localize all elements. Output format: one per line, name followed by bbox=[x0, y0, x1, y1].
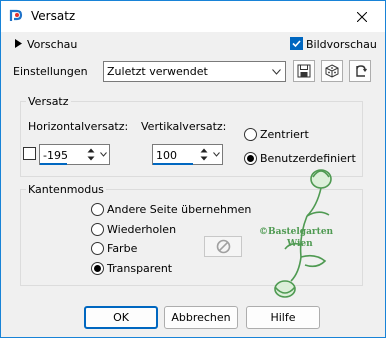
vertical-offset-spinner[interactable]: 100 bbox=[152, 144, 223, 165]
dice-icon bbox=[325, 64, 339, 78]
watermark-line2: Wien bbox=[287, 239, 313, 249]
expand-triangle-icon[interactable] bbox=[15, 39, 22, 48]
help-button[interactable]: Hilfe bbox=[246, 306, 320, 329]
vertical-offset-label: Vertikalversatz: bbox=[141, 120, 227, 133]
save-preset-button[interactable] bbox=[293, 60, 315, 82]
cancel-button[interactable]: Abbrechen bbox=[164, 306, 238, 329]
close-button[interactable] bbox=[339, 1, 385, 32]
offset-dialog: Versatz Vorschau Bildvorschau Einstellun… bbox=[0, 0, 386, 338]
focus-underline bbox=[40, 163, 67, 165]
watermark-flower: ©Bastelgarten Wien bbox=[255, 161, 341, 311]
edge-mode-group-title: Kantenmodus bbox=[26, 183, 106, 196]
paintshop-app-icon bbox=[9, 9, 23, 21]
help-button-label: Hilfe bbox=[270, 311, 296, 324]
settings-value: Zuletzt verwendet bbox=[107, 65, 208, 78]
preview-toggle-label[interactable]: Vorschau bbox=[27, 38, 77, 51]
wrap-radio[interactable] bbox=[91, 203, 104, 216]
close-icon bbox=[357, 11, 367, 22]
chevron-down-icon bbox=[99, 152, 107, 157]
undo-arrow-icon bbox=[356, 65, 367, 77]
image-preview-checkbox[interactable] bbox=[290, 37, 303, 50]
cancel-button-label: Abbrechen bbox=[171, 311, 231, 324]
horizontal-offset-label: Horizontalversatz: bbox=[28, 120, 129, 133]
chevron-down-icon bbox=[272, 68, 281, 75]
spin-arrows-icon[interactable] bbox=[198, 145, 210, 164]
dropdown-arrow[interactable] bbox=[268, 62, 285, 81]
color-radio[interactable] bbox=[91, 242, 104, 255]
randomize-button[interactable] bbox=[321, 60, 343, 82]
color-label[interactable]: Farbe bbox=[107, 242, 137, 255]
no-color-icon bbox=[216, 239, 230, 254]
offset-group-title: Versatz bbox=[26, 95, 71, 108]
spin-arrows-icon[interactable] bbox=[85, 145, 97, 164]
window-title: Versatz bbox=[31, 9, 76, 23]
transparent-label[interactable]: Transparent bbox=[107, 262, 172, 275]
settings-label: Einstellungen bbox=[13, 65, 88, 78]
transparent-radio[interactable] bbox=[91, 262, 104, 275]
ok-button[interactable]: OK bbox=[84, 306, 158, 329]
focus-underline bbox=[153, 163, 193, 165]
checkmark-icon bbox=[292, 40, 301, 48]
vertical-offset-value: 100 bbox=[156, 149, 177, 162]
slider-dropdown-button[interactable] bbox=[210, 145, 222, 164]
repeat-radio[interactable] bbox=[91, 223, 104, 236]
horizontal-offset-spinner[interactable]: -195 bbox=[39, 144, 110, 165]
horizontal-offset-value: -195 bbox=[43, 149, 68, 162]
title-bar: Versatz bbox=[1, 1, 385, 32]
watermark-line1: ©Bastelgarten bbox=[259, 227, 334, 237]
repeat-label[interactable]: Wiederholen bbox=[107, 223, 176, 236]
image-preview-label: Bildvorschau bbox=[306, 38, 377, 51]
slider-dropdown-button[interactable] bbox=[97, 145, 109, 164]
wrap-label[interactable]: Andere Seite übernehmen bbox=[107, 203, 251, 216]
centered-radio[interactable] bbox=[244, 128, 257, 141]
link-offsets-checkbox[interactable] bbox=[23, 147, 36, 160]
chevron-down-icon bbox=[212, 152, 220, 157]
reset-button[interactable] bbox=[349, 60, 371, 82]
centered-label[interactable]: Zentriert bbox=[260, 128, 309, 141]
ok-button-label: OK bbox=[113, 311, 129, 324]
floppy-disk-icon bbox=[297, 64, 311, 78]
color-swatch-disabled bbox=[204, 236, 242, 257]
settings-dropdown[interactable]: Zuletzt verwendet bbox=[103, 61, 286, 82]
